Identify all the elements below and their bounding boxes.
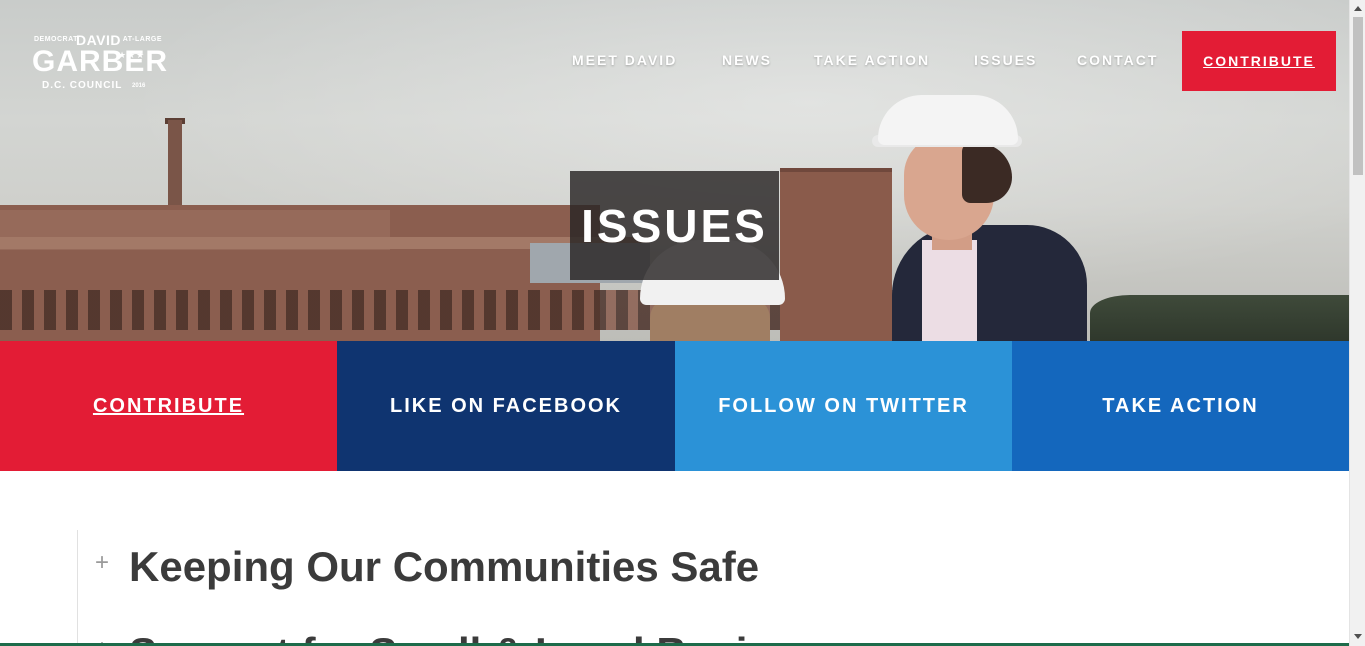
cta-facebook[interactable]: LIKE ON FACEBOOK [337, 341, 675, 471]
hero-title-box: ISSUES [570, 171, 779, 280]
arrow-up-icon [1354, 5, 1362, 11]
nav-issues[interactable]: ISSUES [974, 52, 1037, 68]
cta-facebook-label: LIKE ON FACEBOOK [389, 394, 622, 417]
issue-title: Keeping Our Communities Safe [129, 543, 760, 590]
accordion-divider [77, 530, 78, 646]
hero-trees [1090, 295, 1349, 341]
logo-stars-icon: ★★★ [118, 50, 146, 60]
nav-meet-david[interactable]: MEET DAVID [572, 52, 677, 68]
hero-building-right [780, 172, 892, 341]
cta-contribute[interactable]: CONTRIBUTE [0, 341, 337, 471]
arrow-down-icon [1354, 633, 1362, 639]
plus-icon: + [95, 549, 110, 576]
hard-hat [878, 95, 1018, 145]
issues-list: + Keeping Our Communities Safe + Support… [0, 471, 1349, 646]
scrollbar-thumb[interactable] [1353, 17, 1363, 175]
person-hair [962, 143, 1012, 203]
scroll-up-button[interactable] [1350, 0, 1365, 16]
cta-bar: CONTRIBUTE LIKE ON FACEBOOK FOLLOW ON TW… [0, 341, 1349, 471]
logo-seat: AT-LARGE [122, 36, 162, 43]
logo-top-row: DEMOCRAT DAVID AT-LARGE [32, 32, 164, 48]
logo-party: DEMOCRAT [34, 36, 78, 43]
logo-council: D.C. COUNCIL [42, 80, 123, 91]
logo-year: 2016 [132, 83, 146, 89]
cta-take-action[interactable]: TAKE ACTION [1012, 341, 1349, 471]
hero-person-david [872, 95, 1092, 341]
site-logo[interactable]: DEMOCRAT DAVID AT-LARGE GARBER ★★★ D.C. … [32, 30, 167, 94]
cta-contribute-label: CONTRIBUTE [92, 394, 245, 417]
nav-contribute-button[interactable]: CONTRIBUTE [1182, 31, 1336, 91]
cta-twitter-label: FOLLOW ON TWITTER [718, 394, 969, 417]
logo-last-name: GARBER [32, 45, 169, 78]
nav-take-action[interactable]: TAKE ACTION [814, 52, 930, 68]
page-title: ISSUES [581, 199, 768, 252]
nav-contact[interactable]: CONTACT [1077, 52, 1158, 68]
vertical-scrollbar[interactable] [1349, 0, 1365, 646]
cta-twitter[interactable]: FOLLOW ON TWITTER [675, 341, 1012, 471]
nav-contribute-label: CONTRIBUTE [1203, 53, 1315, 69]
person-shirt [922, 240, 977, 341]
nav-news[interactable]: NEWS [722, 52, 772, 68]
scroll-down-button[interactable] [1350, 628, 1365, 644]
cta-take-action-label: TAKE ACTION [1102, 394, 1259, 417]
